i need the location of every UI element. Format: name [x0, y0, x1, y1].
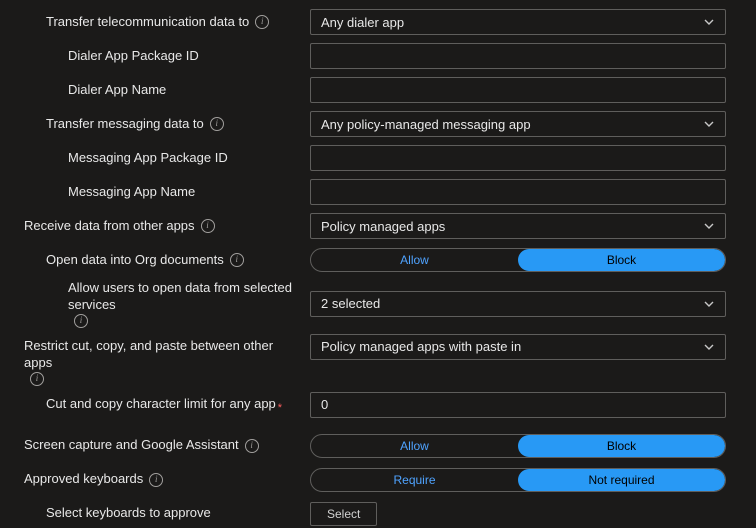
chevron-down-icon — [703, 220, 715, 232]
info-icon[interactable]: i — [210, 117, 224, 131]
info-icon[interactable]: i — [201, 219, 215, 233]
dialer-package-label: Dialer App Package ID — [68, 48, 199, 65]
chevron-down-icon — [703, 298, 715, 310]
approved-keyboards-label: Approved keyboards — [24, 471, 143, 488]
open-services-label: Allow users to open data from selected s… — [68, 280, 294, 314]
info-icon[interactable]: i — [255, 15, 269, 29]
char-limit-input[interactable] — [310, 392, 726, 418]
dialer-name-input[interactable] — [310, 77, 726, 103]
messaging-package-label: Messaging App Package ID — [68, 150, 228, 167]
open-org-toggle[interactable]: Allow Block — [310, 248, 726, 272]
screen-capture-label: Screen capture and Google Assistant — [24, 437, 239, 454]
receive-data-value: Policy managed apps — [321, 219, 445, 234]
transfer-messaging-label: Transfer messaging data to — [46, 116, 204, 133]
chevron-down-icon — [703, 118, 715, 130]
info-icon[interactable]: i — [245, 439, 259, 453]
transfer-telecom-select[interactable]: Any dialer app — [310, 9, 726, 35]
open-services-select[interactable]: 2 selected — [310, 291, 726, 317]
info-icon[interactable]: i — [230, 253, 244, 267]
restrict-cut-label: Restrict cut, copy, and paste between ot… — [24, 338, 294, 372]
open-org-label: Open data into Org documents — [46, 252, 224, 269]
approved-keyboards-toggle[interactable]: Require Not required — [310, 468, 726, 492]
messaging-name-label: Messaging App Name — [68, 184, 195, 201]
screen-capture-toggle[interactable]: Allow Block — [310, 434, 726, 458]
info-icon[interactable]: i — [149, 473, 163, 487]
char-limit-label: Cut and copy character limit for any app — [46, 396, 276, 413]
restrict-cut-select[interactable]: Policy managed apps with paste in — [310, 334, 726, 360]
transfer-messaging-select[interactable]: Any policy-managed messaging app — [310, 111, 726, 137]
dialer-name-label: Dialer App Name — [68, 82, 166, 99]
info-icon[interactable]: i — [30, 372, 44, 386]
info-icon[interactable]: i — [74, 314, 88, 328]
messaging-name-input[interactable] — [310, 179, 726, 205]
screen-capture-block[interactable]: Block — [518, 435, 725, 457]
restrict-cut-value: Policy managed apps with paste in — [321, 339, 521, 354]
screen-capture-allow[interactable]: Allow — [311, 435, 518, 457]
keyboards-not-required[interactable]: Not required — [518, 469, 725, 491]
open-org-block[interactable]: Block — [518, 249, 725, 271]
transfer-telecom-value: Any dialer app — [321, 15, 404, 30]
receive-data-select[interactable]: Policy managed apps — [310, 213, 726, 239]
dialer-package-input[interactable] — [310, 43, 726, 69]
open-org-allow[interactable]: Allow — [311, 249, 518, 271]
open-services-value: 2 selected — [321, 296, 380, 311]
messaging-package-input[interactable] — [310, 145, 726, 171]
chevron-down-icon — [703, 341, 715, 353]
required-indicator: * — [278, 401, 282, 415]
transfer-messaging-value: Any policy-managed messaging app — [321, 117, 531, 132]
chevron-down-icon — [703, 16, 715, 28]
receive-data-label: Receive data from other apps — [24, 218, 195, 235]
transfer-telecom-label: Transfer telecommunication data to — [46, 14, 249, 31]
select-keyboards-button[interactable]: Select — [310, 502, 377, 526]
keyboards-require[interactable]: Require — [311, 469, 518, 491]
